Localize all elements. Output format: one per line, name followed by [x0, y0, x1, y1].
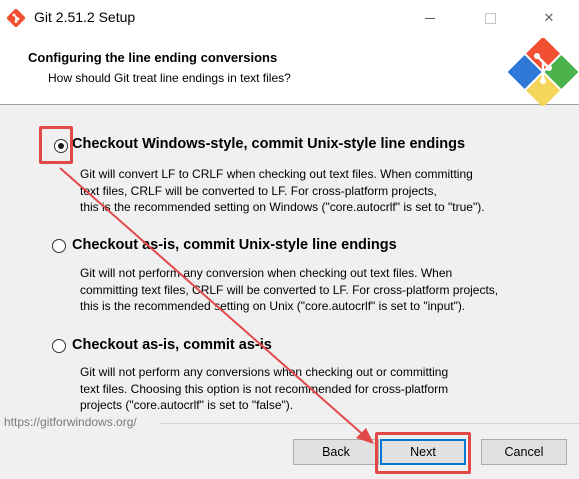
maximize-icon: [484, 12, 496, 24]
website-link[interactable]: https://gitforwindows.org/: [4, 415, 137, 429]
close-icon: ✕: [543, 10, 555, 26]
option-description: Git will convert LF to CRLF when checkin…: [80, 166, 485, 216]
wizard-header: Configuring the line ending conversions …: [0, 36, 579, 105]
minimize-button[interactable]: [407, 0, 453, 36]
footer-divider: [160, 423, 579, 424]
close-button[interactable]: ✕: [526, 0, 572, 36]
option-label: Checkout as-is, commit as-is: [72, 337, 272, 353]
desc-line: Git will convert LF to CRLF when checkin…: [80, 167, 473, 181]
desc-line: this is the recommended setting on Unix …: [80, 299, 466, 313]
desc-line: projects ("core.autocrlf" is set to "fal…: [80, 398, 294, 412]
desc-line: this is the recommended setting on Windo…: [80, 200, 485, 214]
cancel-button[interactable]: Cancel: [481, 439, 567, 465]
option-description: Git will not perform any conversions whe…: [80, 364, 448, 414]
desc-line: text files. Choosing this option is not …: [80, 381, 449, 396]
option-label: Checkout Windows-style, commit Unix-styl…: [72, 136, 466, 152]
title-bar: Git 2.51.2 Setup ✕: [0, 0, 579, 36]
minimize-icon: [425, 17, 435, 19]
page-title: Configuring the line ending conversions: [28, 50, 278, 65]
back-button[interactable]: Back: [293, 439, 379, 465]
desc-line: text files, CRLF will be converted to LF…: [80, 183, 437, 198]
maximize-button[interactable]: [467, 0, 513, 36]
radio-unix-style[interactable]: [52, 239, 66, 253]
desc-line: Git will not perform any conversions whe…: [80, 365, 449, 379]
page-subtitle: How should Git treat line endings in tex…: [48, 71, 291, 85]
git-logo-icon: [507, 38, 579, 106]
option-label: Checkout as-is, commit Unix-style line e…: [72, 237, 397, 253]
desc-line: Git will not perform any conversion when…: [80, 266, 453, 280]
selected-radio-highlight: [39, 126, 73, 164]
radio-as-is[interactable]: [52, 339, 66, 353]
git-app-icon: [7, 9, 25, 27]
desc-line: committing text files, CRLF will be conv…: [80, 282, 499, 297]
next-button-highlight: [375, 432, 471, 474]
option-description: Git will not perform any conversion when…: [80, 265, 498, 315]
window-title: Git 2.51.2 Setup: [34, 9, 136, 25]
